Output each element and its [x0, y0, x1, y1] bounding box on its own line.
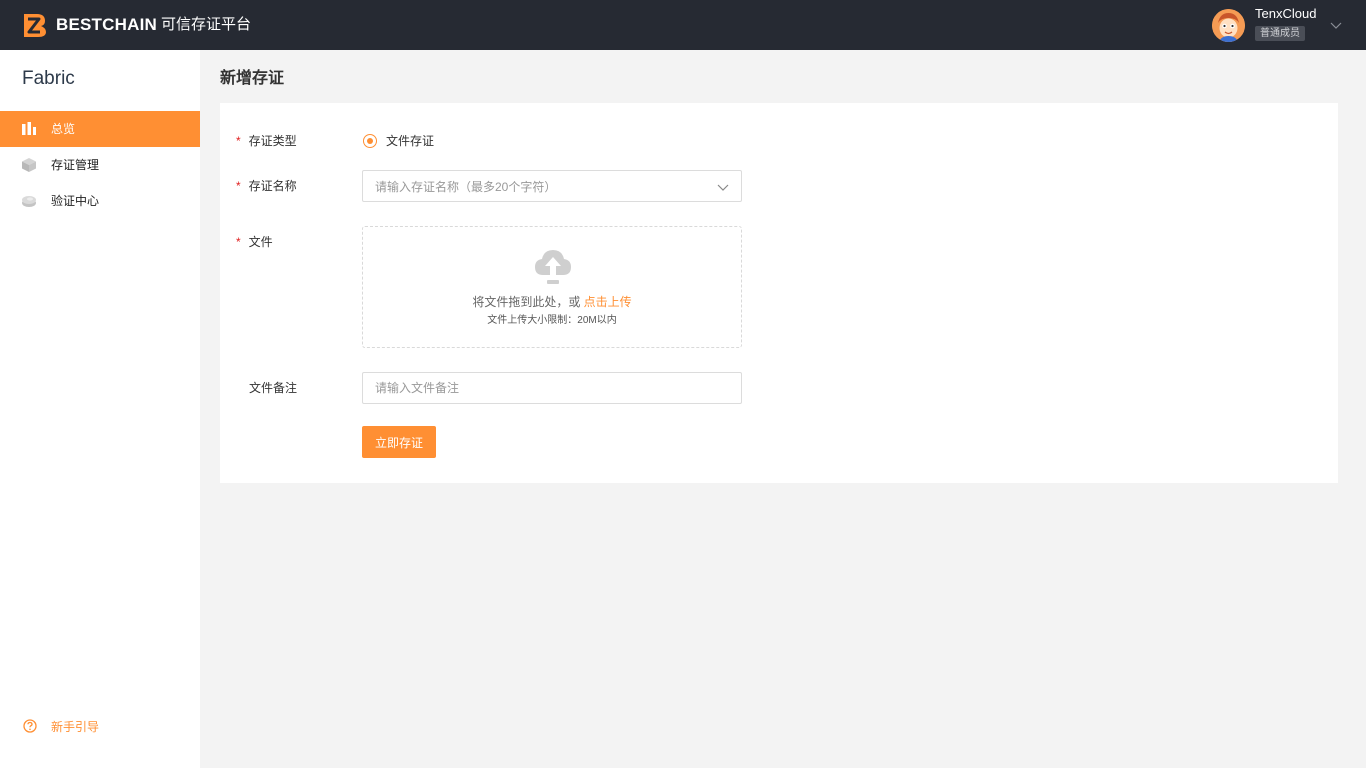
sidebar-title: Fabric: [22, 68, 75, 89]
upload-tip-text: 将文件拖到此处，或: [472, 295, 581, 309]
chevron-down-icon[interactable]: [1330, 19, 1342, 31]
file-label: * 文件: [236, 234, 273, 250]
avatar-face-icon: [1212, 9, 1245, 42]
bar-chart-icon: [22, 122, 36, 135]
avatar[interactable]: [1212, 9, 1245, 42]
cube-icon: [22, 158, 36, 172]
sidebar: Fabric 总览 存证管理 验证中心 新手引导: [0, 50, 200, 768]
evidence-name-select[interactable]: 请输入存证名称（最多20个字符）: [362, 170, 742, 202]
user-name[interactable]: TenxCloud: [1255, 6, 1316, 22]
sidebar-item-label: 验证中心: [51, 194, 100, 208]
upload-tip: 将文件拖到此处，或 点击上传: [363, 294, 741, 310]
bestchain-logo-icon[interactable]: [21, 11, 48, 39]
file-upload-dropzone[interactable]: 将文件拖到此处，或 点击上传 文件上传大小限制：20M以内: [362, 226, 742, 348]
file-evidence-radio[interactable]: [363, 134, 377, 148]
page-title: 新增存证: [220, 70, 285, 87]
required-mark: *: [236, 134, 241, 148]
file-remark-input[interactable]: [362, 372, 742, 404]
cloud-upload-icon: [535, 250, 571, 284]
sidebar-item-overview[interactable]: 总览: [0, 111, 200, 147]
help-circle-icon: [23, 719, 37, 733]
sidebar-item-evidence-management[interactable]: 存证管理: [0, 147, 200, 183]
user-role-badge: 普通成员: [1255, 26, 1305, 41]
evidence-name-label-text: 存证名称: [248, 179, 297, 193]
evidence-name-label: * 存证名称: [236, 178, 297, 194]
file-evidence-radio-label[interactable]: 文件存证: [386, 133, 434, 149]
upload-size-limit: 文件上传大小限制：20M以内: [487, 315, 617, 326]
file-label-text: 文件: [248, 235, 273, 249]
sidebar-item-verification-center[interactable]: 验证中心: [0, 183, 200, 219]
evidence-type-label: * 存证类型: [236, 133, 297, 149]
file-remark-label: 文件备注: [249, 381, 298, 395]
chevron-down-icon: [717, 184, 729, 191]
brand-name: BESTCHAIN: [56, 15, 157, 34]
evidence-type-label-text: 存证类型: [248, 134, 297, 148]
sidebar-item-label: 存证管理: [51, 158, 100, 172]
evidence-name-placeholder: 请输入存证名称（最多20个字符）: [375, 180, 557, 194]
required-mark: *: [236, 235, 241, 249]
guide-label: 新手引导: [51, 720, 100, 734]
top-bar: BESTCHAIN 可信存证平台 TenxCloud 普通成员: [0, 0, 1366, 50]
stack-icon: [22, 196, 36, 207]
click-upload-link[interactable]: 点击上传: [584, 295, 632, 309]
sidebar-item-label: 总览: [51, 122, 76, 136]
required-mark: *: [236, 179, 241, 193]
submit-evidence-button[interactable]: 立即存证: [362, 426, 436, 458]
brand-subtitle: 可信存证平台: [161, 16, 252, 33]
beginner-guide-link[interactable]: 新手引导: [0, 717, 200, 737]
